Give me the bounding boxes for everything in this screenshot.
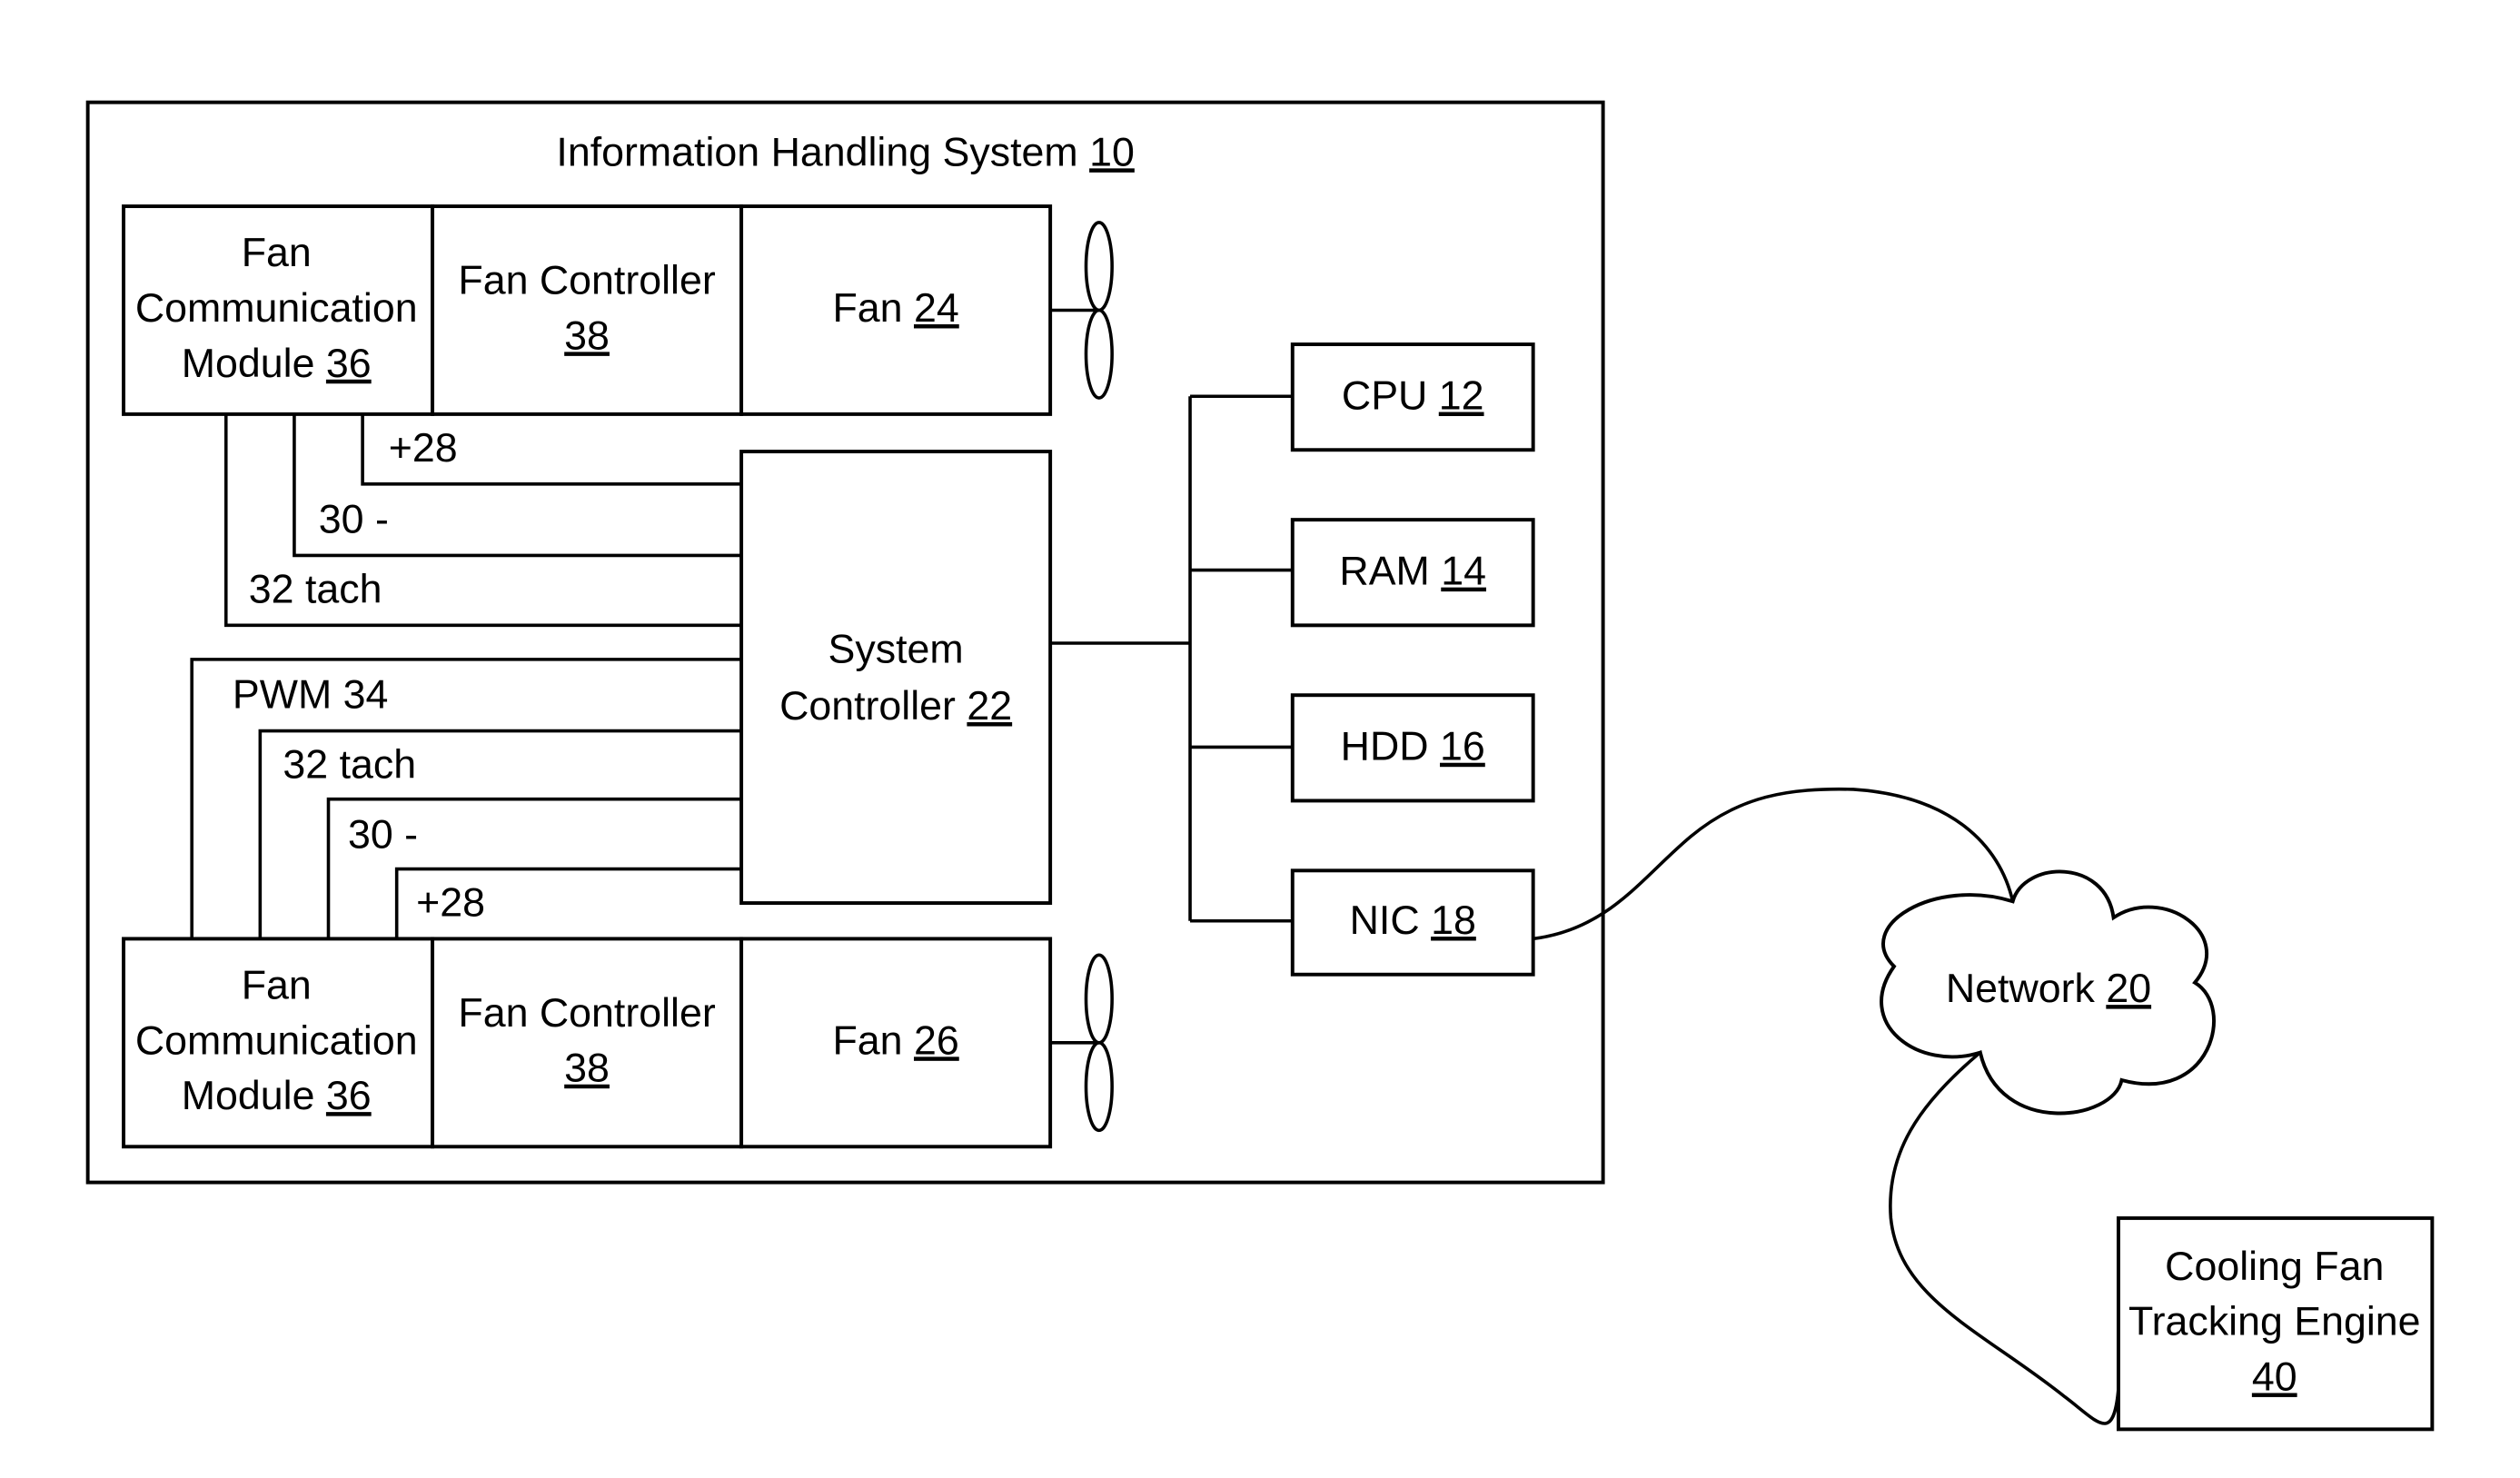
- wire-label-pwm34: PWM 34: [233, 673, 388, 718]
- fan-unit-bottom: Fan Communication Module 36 Fan Controll…: [122, 937, 1114, 1149]
- wire-label-tach32: 32 tach: [249, 567, 382, 611]
- comm-module-line3: Module 36: [182, 342, 372, 386]
- comm-module-line3: Module 36: [182, 1074, 372, 1118]
- component-cpu: CPU 12: [1290, 342, 1535, 452]
- component-hdd: HDD 16: [1290, 693, 1535, 803]
- fan-label: Fan 26: [832, 1018, 958, 1063]
- system-title: Information Handling System 10: [556, 130, 1134, 174]
- fan-controller-bottom: [431, 937, 744, 1149]
- fan-controller-top: [431, 204, 744, 416]
- wire-label-plus28: +28: [389, 426, 458, 471]
- svg-text:HDD 16: HDD 16: [1341, 725, 1485, 769]
- svg-text:Tracking Engine: Tracking Engine: [2128, 1300, 2421, 1344]
- system-controller-line2: Controller 22: [779, 684, 1012, 729]
- svg-text:Cooling Fan: Cooling Fan: [2165, 1245, 2384, 1289]
- svg-text:RAM 14: RAM 14: [1339, 550, 1486, 594]
- fan-tracking-diagram: Information Handling System 10 Fan Commu…: [85, 100, 2435, 1432]
- fan-unit-top: Fan Communication Module 36 Fan Controll…: [122, 204, 1114, 416]
- fan-label: Fan 24: [832, 286, 958, 331]
- wire-label-minus30: 30 -: [319, 497, 389, 541]
- svg-text:CPU 12: CPU 12: [1342, 374, 1484, 419]
- comm-module-line1: Fan: [242, 231, 312, 275]
- component-ram: RAM 14: [1290, 518, 1535, 628]
- comm-module-line1: Fan: [242, 964, 312, 1008]
- svg-text:40: 40: [2252, 1354, 2297, 1399]
- wire-label-plus28: +28: [416, 880, 485, 925]
- fan-controller-ref: 38: [564, 1047, 610, 1091]
- wire-label-minus30: 30 -: [348, 812, 418, 857]
- wire-label-tach32: 32 tach: [283, 742, 416, 787]
- svg-text:NIC 18: NIC 18: [1350, 898, 1476, 943]
- comm-module-line2: Communication: [135, 1018, 418, 1063]
- fan-controller-ref: 38: [564, 313, 610, 358]
- system-controller-line1: System: [828, 627, 964, 671]
- fan-controller-label: Fan Controller: [458, 259, 715, 303]
- system-controller-box: [739, 450, 1053, 906]
- cooling-fan-tracking-engine: Cooling Fan Tracking Engine 40: [2116, 1215, 2435, 1432]
- component-nic: NIC 18: [1290, 868, 1535, 977]
- comm-module-line2: Communication: [135, 286, 418, 331]
- network-label: Network 20: [1946, 967, 2151, 1011]
- fan-controller-label: Fan Controller: [458, 991, 715, 1036]
